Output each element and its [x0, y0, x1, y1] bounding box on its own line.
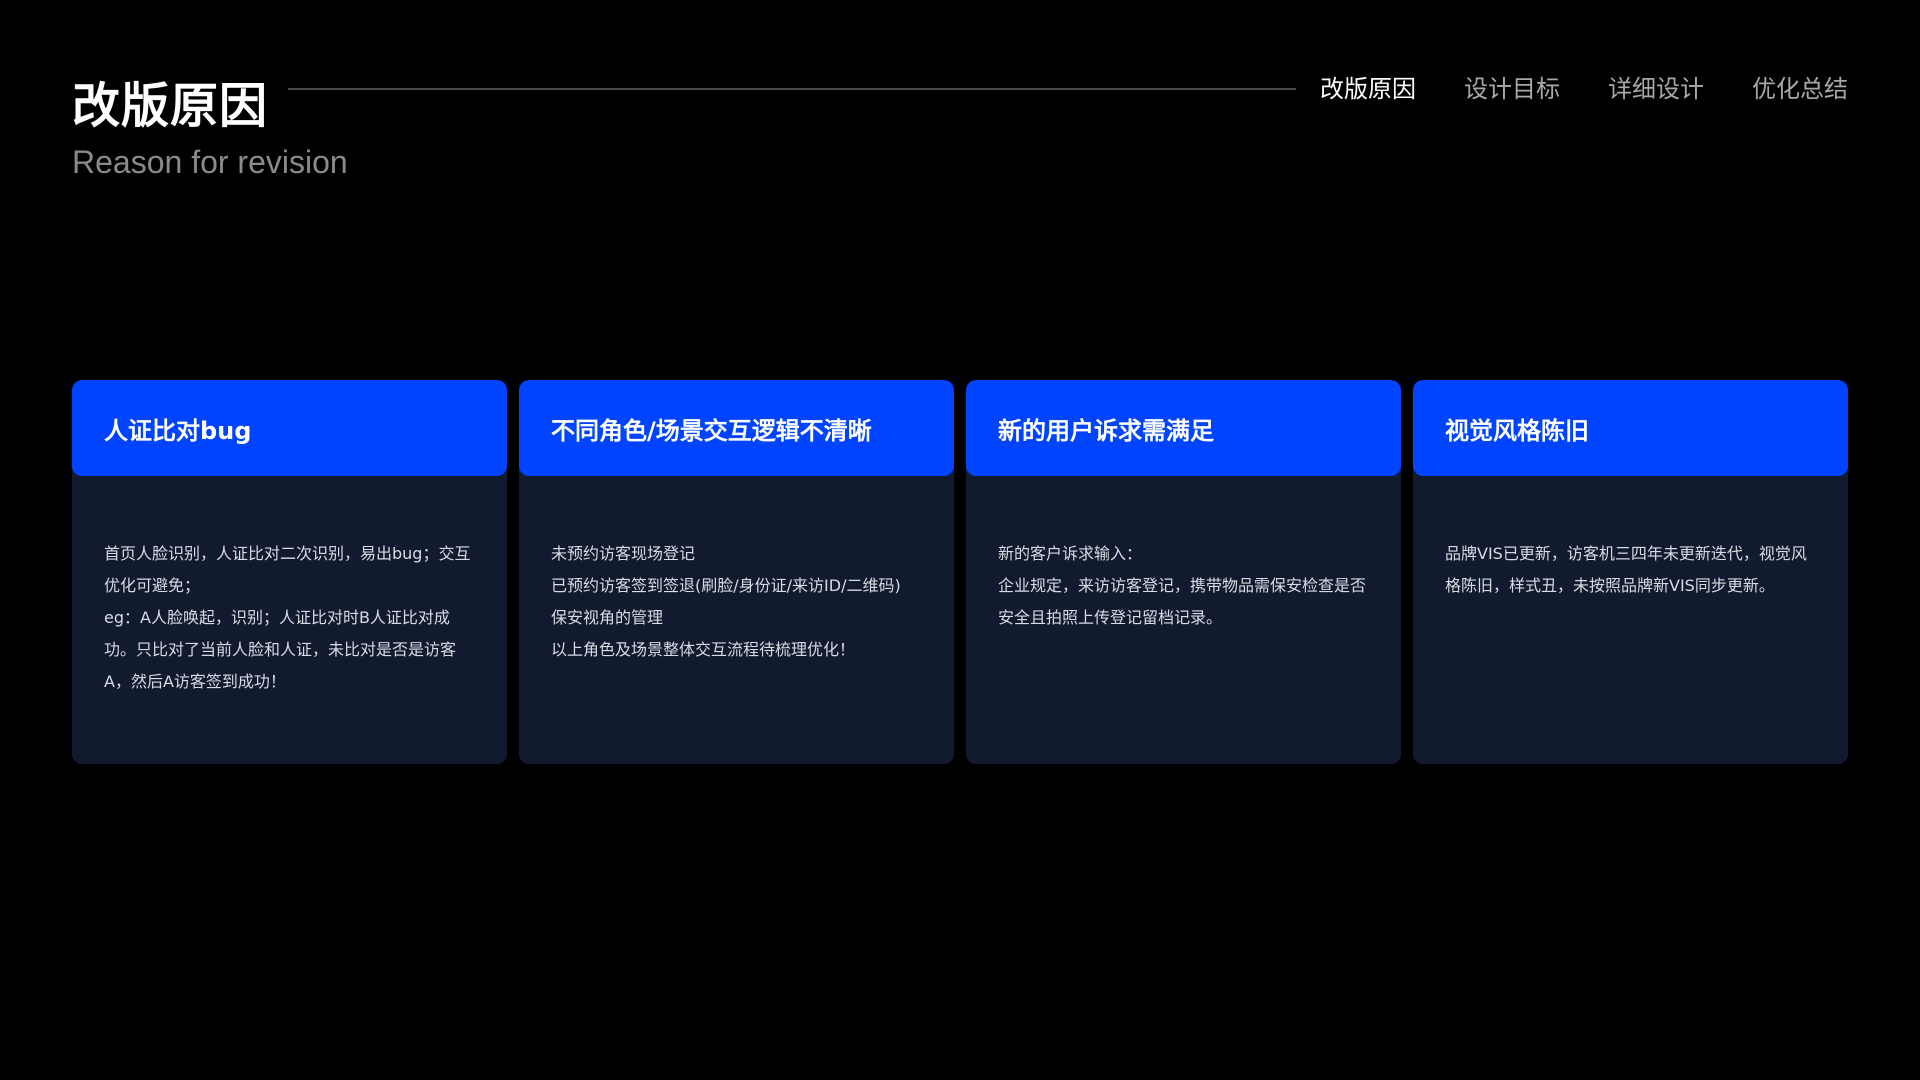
card-text-line: 以上角色及场景整体交互流程待梳理优化！ [551, 640, 856, 659]
card-text-line: 新的客户诉求输入： [998, 544, 1143, 563]
reason-cards: 人证比对bug 首页人脸识别，人证比对二次识别，易出bug；交互 优化可避免； … [72, 380, 1848, 764]
card-text-line: 首页人脸识别，人证比对二次识别，易出bug；交互 [104, 544, 471, 563]
card-text-line: 优化可避免； [104, 576, 201, 595]
nav-item-goals[interactable]: 设计目标 [1464, 72, 1560, 106]
nav-item-detailed-design[interactable]: 详细设计 [1608, 72, 1704, 106]
card-text-line: A，然后A访客签到成功！ [104, 672, 286, 691]
card-header: 新的用户诉求需满足 [966, 380, 1401, 476]
card-title: 人证比对bug [104, 416, 252, 445]
card-body: 新的客户诉求输入： 企业规定，来访访客登记，携带物品需保安检查是否 安全且拍照上… [966, 476, 1401, 634]
top-nav: 改版原因 设计目标 详细设计 优化总结 [1320, 72, 1848, 106]
card-header: 视觉风格陈旧 [1413, 380, 1848, 476]
header-divider [288, 88, 1296, 90]
reason-card-user-needs: 新的用户诉求需满足 新的客户诉求输入： 企业规定，来访访客登记，携带物品需保安检… [966, 380, 1401, 764]
card-text-line: eg：A人脸唤起，识别；人证比对时B人证比对成 [104, 608, 450, 627]
card-body: 未预约访客现场登记 已预约访客签到签退(刷脸/身份证/来访ID/二维码) 保安视… [519, 476, 954, 666]
card-text-line: 企业规定，来访访客登记，携带物品需保安检查是否 [998, 576, 1367, 595]
page-title: 改版原因 [72, 70, 348, 142]
card-text-line: 已预约访客签到签退(刷脸/身份证/来访ID/二维码) [551, 576, 901, 595]
page-subtitle: Reason for revision [72, 144, 348, 180]
card-text-line: 安全且拍照上传登记留档记录。 [998, 608, 1223, 627]
card-header: 不同角色/场景交互逻辑不清晰 [519, 380, 954, 476]
nav-item-summary[interactable]: 优化总结 [1752, 72, 1848, 106]
card-title: 不同角色/场景交互逻辑不清晰 [551, 416, 872, 445]
card-text-line: 功。只比对了当前人脸和人证，未比对是否是访客 [104, 640, 457, 659]
card-header: 人证比对bug [72, 380, 507, 476]
card-title: 新的用户诉求需满足 [998, 416, 1214, 445]
nav-item-reason[interactable]: 改版原因 [1320, 72, 1416, 106]
page-title-text: 改版原因 [72, 78, 269, 134]
reason-card-visual-style: 视觉风格陈旧 品牌VIS已更新，访客机三四年未更新迭代，视觉风 格陈旧，样式丑，… [1413, 380, 1848, 764]
card-body: 品牌VIS已更新，访客机三四年未更新迭代，视觉风 格陈旧，样式丑，未按照品牌新V… [1413, 476, 1848, 602]
card-text-line: 格陈旧，样式丑，未按照品牌新VIS同步更新。 [1445, 576, 1775, 595]
card-text-line: 保安视角的管理 [551, 608, 664, 627]
card-body: 首页人脸识别，人证比对二次识别，易出bug；交互 优化可避免； eg：A人脸唤起… [72, 476, 507, 698]
card-text-line: 未预约访客现场登记 [551, 544, 696, 563]
reason-card-bug: 人证比对bug 首页人脸识别，人证比对二次识别，易出bug；交互 优化可避免； … [72, 380, 507, 764]
page-header: 改版原因 Reason for revision [72, 70, 348, 182]
card-text-line: 品牌VIS已更新，访客机三四年未更新迭代，视觉风 [1445, 544, 1807, 563]
reason-card-interaction-logic: 不同角色/场景交互逻辑不清晰 未预约访客现场登记 已预约访客签到签退(刷脸/身份… [519, 380, 954, 764]
card-title: 视觉风格陈旧 [1445, 416, 1589, 445]
